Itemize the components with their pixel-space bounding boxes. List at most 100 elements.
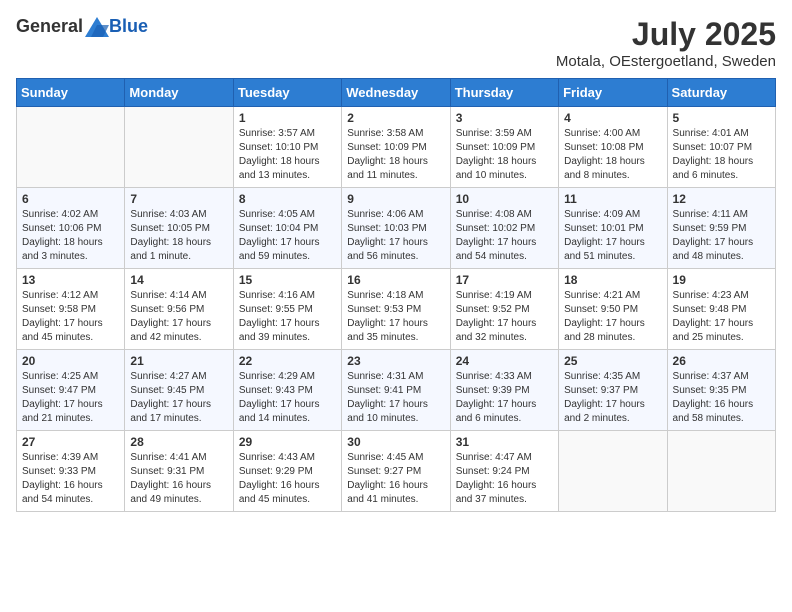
day-number: 18 [564,273,661,287]
day-number: 29 [239,435,336,449]
day-number: 4 [564,111,661,125]
weekday-header-saturday: Saturday [667,79,775,107]
month-title: July 2025 [556,16,776,53]
calendar-cell: 23 Sunrise: 4:31 AM Sunset: 9:41 PM Dayli… [342,350,450,431]
day-number: 20 [22,354,119,368]
logo-icon [85,17,109,37]
calendar-cell [125,107,233,188]
day-info: Sunrise: 4:01 AM Sunset: 10:07 PM Daylig… [673,127,770,183]
calendar-week-row: 6Sunrise: 4:02 AM Sunset: 10:06 PM Dayli… [17,188,776,269]
calendar-cell: 5Sunrise: 4:01 AM Sunset: 10:07 PM Dayli… [667,107,775,188]
day-info: Sunrise: 4:23 AM Sunset: 9:48 PM Dayligh… [673,289,770,345]
page-header: General Blue July 2025 Motala, OEstergoe… [16,16,776,70]
day-info: Sunrise: 4:11 AM Sunset: 9:59 PM Dayligh… [673,208,770,264]
day-number: 11 [564,192,661,206]
calendar-cell: 1Sunrise: 3:57 AM Sunset: 10:10 PM Dayli… [233,107,341,188]
day-info: Sunrise: 4:27 AM Sunset: 9:45 PM Dayligh… [130,370,227,426]
title-block: July 2025 Motala, OEstergoetland, Sweden [556,16,776,70]
calendar-cell: 24 Sunrise: 4:33 AM Sunset: 9:39 PM Dayli… [450,350,558,431]
logo-general: General [16,16,83,37]
calendar-cell [17,107,125,188]
day-info: Sunrise: 3:59 AM Sunset: 10:09 PM Daylig… [456,127,553,183]
day-info: Sunrise: 4:43 AM Sunset: 9:29 PM Dayligh… [239,451,336,507]
day-info: Sunrise: 4:09 AM Sunset: 10:01 PM Daylig… [564,208,661,264]
day-number: 13 [22,273,119,287]
logo: General Blue [16,16,148,37]
calendar-cell: 9 Sunrise: 4:06 AM Sunset: 10:03 PM Dayli… [342,188,450,269]
calendar-cell: 21 Sunrise: 4:27 AM Sunset: 9:45 PM Dayli… [125,350,233,431]
calendar-cell: 12 Sunrise: 4:11 AM Sunset: 9:59 PM Dayli… [667,188,775,269]
calendar-week-row: 1Sunrise: 3:57 AM Sunset: 10:10 PM Dayli… [17,107,776,188]
calendar-cell: 3Sunrise: 3:59 AM Sunset: 10:09 PM Dayli… [450,107,558,188]
day-info: Sunrise: 4:37 AM Sunset: 9:35 PM Dayligh… [673,370,770,426]
weekday-header-tuesday: Tuesday [233,79,341,107]
day-info: Sunrise: 3:58 AM Sunset: 10:09 PM Daylig… [347,127,444,183]
weekday-header-monday: Monday [125,79,233,107]
calendar-cell: 14Sunrise: 4:14 AM Sunset: 9:56 PM Dayli… [125,269,233,350]
calendar-cell: 25 Sunrise: 4:35 AM Sunset: 9:37 PM Dayli… [559,350,667,431]
day-info: Sunrise: 4:16 AM Sunset: 9:55 PM Dayligh… [239,289,336,345]
day-number: 23 [347,354,444,368]
day-number: 8 [239,192,336,206]
day-number: 7 [130,192,227,206]
day-number: 31 [456,435,553,449]
day-info: Sunrise: 4:35 AM Sunset: 9:37 PM Dayligh… [564,370,661,426]
day-info: Sunrise: 4:18 AM Sunset: 9:53 PM Dayligh… [347,289,444,345]
calendar-cell: 17 Sunrise: 4:19 AM Sunset: 9:52 PM Dayli… [450,269,558,350]
calendar-cell [667,431,775,512]
day-number: 12 [673,192,770,206]
day-number: 25 [564,354,661,368]
day-info: Sunrise: 4:31 AM Sunset: 9:41 PM Dayligh… [347,370,444,426]
day-info: Sunrise: 4:39 AM Sunset: 9:33 PM Dayligh… [22,451,119,507]
weekday-header-thursday: Thursday [450,79,558,107]
day-info: Sunrise: 4:08 AM Sunset: 10:02 PM Daylig… [456,208,553,264]
calendar-cell: 28 Sunrise: 4:41 AM Sunset: 9:31 PM Dayli… [125,431,233,512]
day-info: Sunrise: 4:25 AM Sunset: 9:47 PM Dayligh… [22,370,119,426]
calendar-cell: 29 Sunrise: 4:43 AM Sunset: 9:29 PM Dayli… [233,431,341,512]
calendar-cell: 26 Sunrise: 4:37 AM Sunset: 9:35 PM Dayli… [667,350,775,431]
day-number: 10 [456,192,553,206]
calendar-cell: 20 Sunrise: 4:25 AM Sunset: 9:47 PM Dayli… [17,350,125,431]
day-info: Sunrise: 4:19 AM Sunset: 9:52 PM Dayligh… [456,289,553,345]
calendar-cell: 11 Sunrise: 4:09 AM Sunset: 10:01 PM Dayl… [559,188,667,269]
calendar-cell: 22Sunrise: 4:29 AM Sunset: 9:43 PM Dayli… [233,350,341,431]
day-number: 30 [347,435,444,449]
weekday-header-row: SundayMondayTuesdayWednesdayThursdayFrid… [17,79,776,107]
weekday-header-wednesday: Wednesday [342,79,450,107]
calendar-cell: 18 Sunrise: 4:21 AM Sunset: 9:50 PM Dayli… [559,269,667,350]
day-info: Sunrise: 4:45 AM Sunset: 9:27 PM Dayligh… [347,451,444,507]
calendar-cell: 8 Sunrise: 4:05 AM Sunset: 10:04 PM Dayli… [233,188,341,269]
logo-blue: Blue [109,16,148,37]
day-number: 26 [673,354,770,368]
day-info: Sunrise: 4:47 AM Sunset: 9:24 PM Dayligh… [456,451,553,507]
calendar-week-row: 27 Sunrise: 4:39 AM Sunset: 9:33 PM Dayli… [17,431,776,512]
calendar-cell [559,431,667,512]
day-number: 19 [673,273,770,287]
day-info: Sunrise: 4:05 AM Sunset: 10:04 PM Daylig… [239,208,336,264]
calendar-cell: 6Sunrise: 4:02 AM Sunset: 10:06 PM Dayli… [17,188,125,269]
day-number: 9 [347,192,444,206]
day-info: Sunrise: 4:00 AM Sunset: 10:08 PM Daylig… [564,127,661,183]
day-info: Sunrise: 4:33 AM Sunset: 9:39 PM Dayligh… [456,370,553,426]
day-number: 27 [22,435,119,449]
calendar-week-row: 13 Sunrise: 4:12 AM Sunset: 9:58 PM Dayli… [17,269,776,350]
day-info: Sunrise: 4:12 AM Sunset: 9:58 PM Dayligh… [22,289,119,345]
day-number: 17 [456,273,553,287]
day-number: 28 [130,435,227,449]
day-info: Sunrise: 4:41 AM Sunset: 9:31 PM Dayligh… [130,451,227,507]
day-info: Sunrise: 4:21 AM Sunset: 9:50 PM Dayligh… [564,289,661,345]
day-number: 16 [347,273,444,287]
calendar-cell: 31 Sunrise: 4:47 AM Sunset: 9:24 PM Dayli… [450,431,558,512]
calendar-cell: 30 Sunrise: 4:45 AM Sunset: 9:27 PM Dayli… [342,431,450,512]
day-number: 24 [456,354,553,368]
weekday-header-friday: Friday [559,79,667,107]
day-info: Sunrise: 4:06 AM Sunset: 10:03 PM Daylig… [347,208,444,264]
day-number: 21 [130,354,227,368]
day-number: 1 [239,111,336,125]
calendar-cell: 10 Sunrise: 4:08 AM Sunset: 10:02 PM Dayl… [450,188,558,269]
location-title: Motala, OEstergoetland, Sweden [556,53,776,70]
day-number: 6 [22,192,119,206]
day-number: 14 [130,273,227,287]
day-info: Sunrise: 4:03 AM Sunset: 10:05 PM Daylig… [130,208,227,264]
calendar-cell: 4 Sunrise: 4:00 AM Sunset: 10:08 PM Dayli… [559,107,667,188]
